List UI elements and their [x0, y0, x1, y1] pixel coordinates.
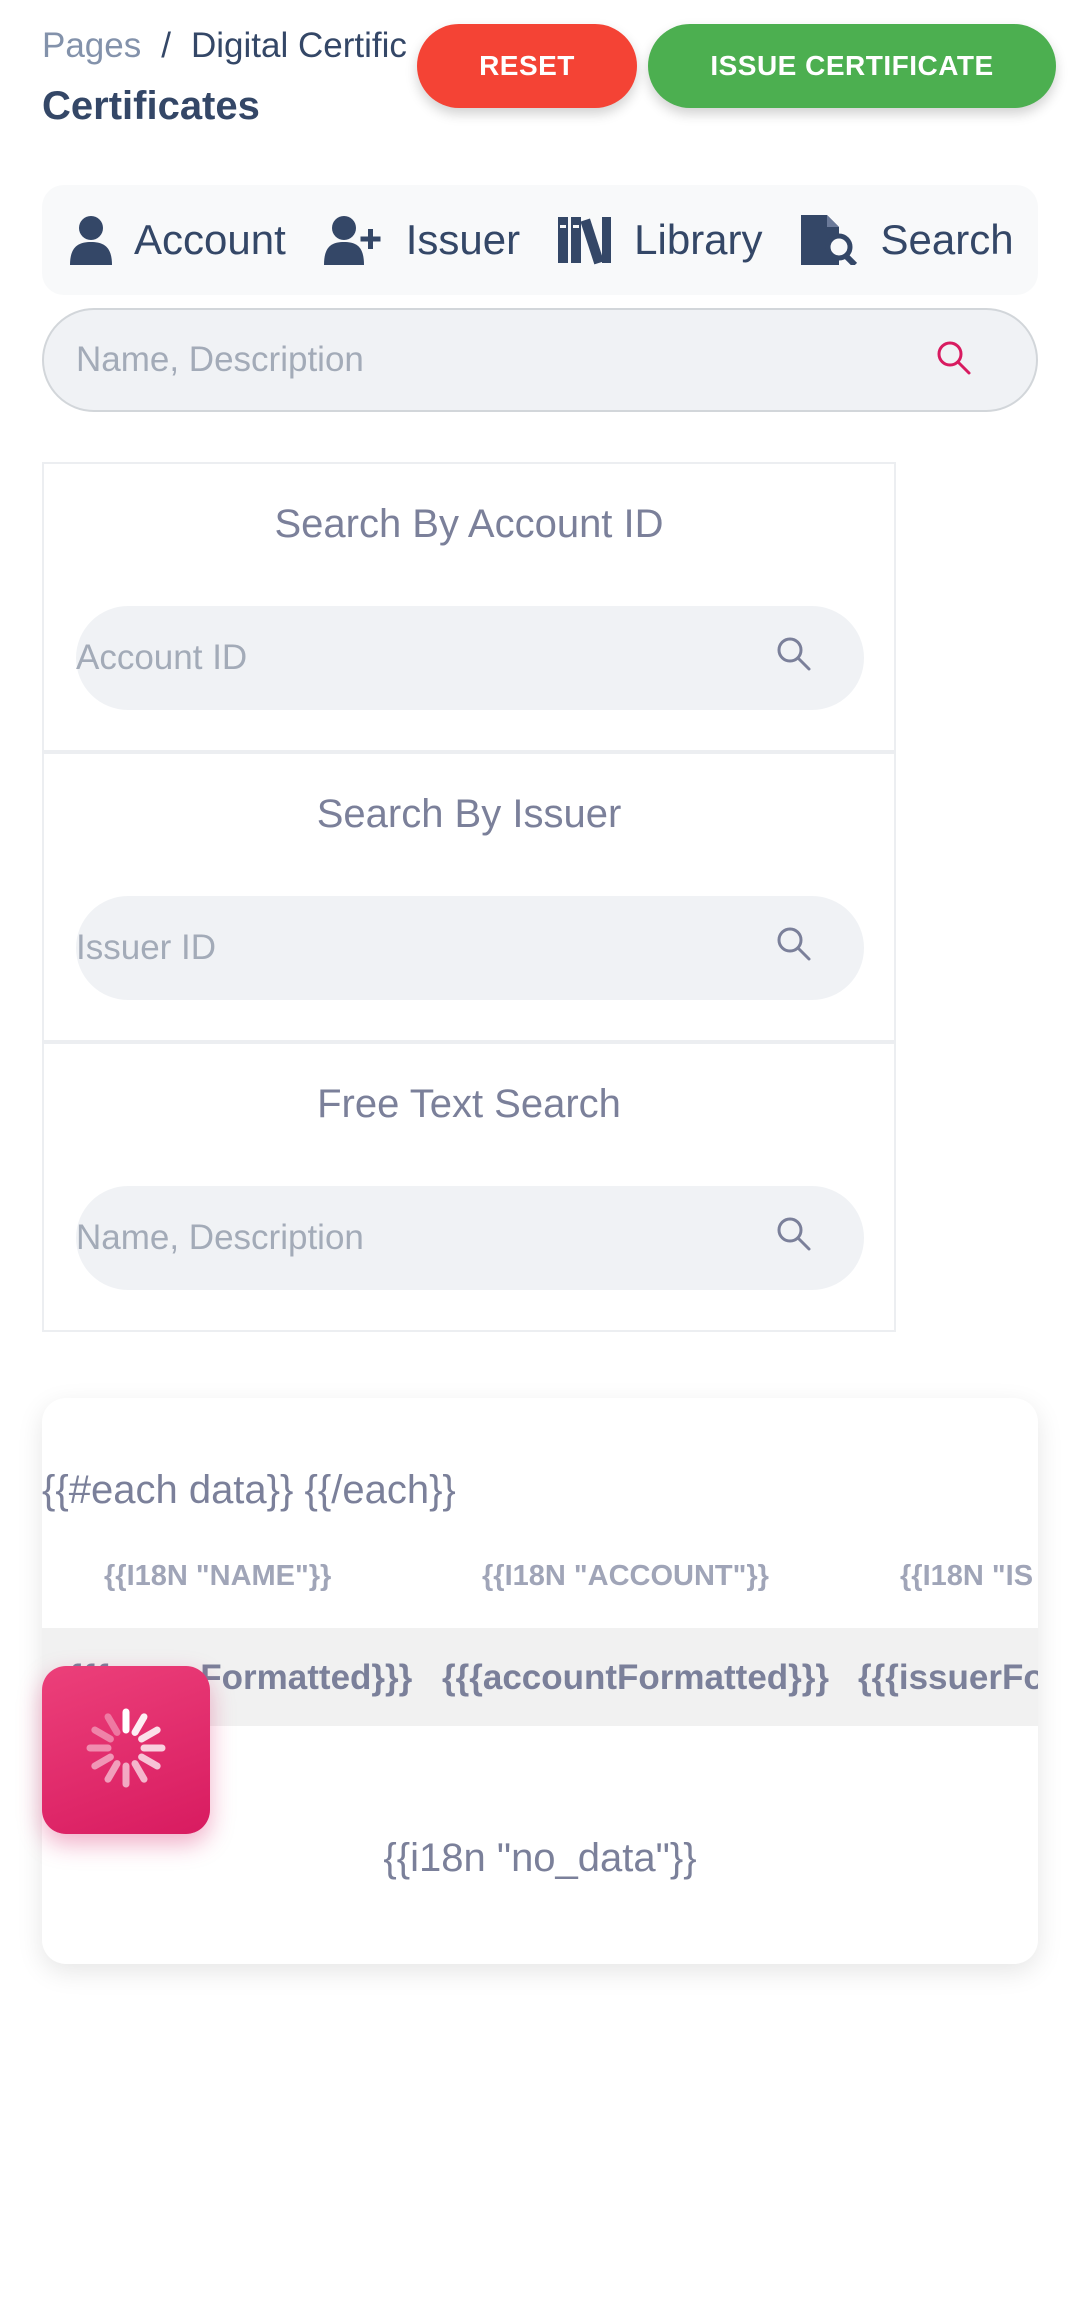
no-data-message: {{i18n "no_data"}} [383, 1836, 697, 1880]
tab-account-label: Account [134, 216, 286, 263]
free-text-search-title: Free Text Search [317, 1082, 621, 1126]
tab-account[interactable]: Account [70, 215, 286, 265]
search-icon[interactable] [936, 340, 972, 381]
loading-spinner-icon [84, 1706, 168, 1795]
search-by-account-panel: Search By Account ID [42, 462, 896, 752]
search-icon[interactable] [776, 1216, 812, 1257]
page-title: Certificates [42, 84, 260, 128]
main-search-bar [42, 308, 1038, 412]
search-by-account-title: Search By Account ID [274, 502, 664, 546]
search-by-issuer-title: Search By Issuer [316, 792, 622, 836]
template-loop-text: {{#each data}} {{/each}} [42, 1468, 456, 1512]
table-cell-account: {{{accountFormatted}}} [442, 1658, 830, 1697]
table-header-account: {{I18N "ACCOUNT"}} [482, 1560, 769, 1592]
table-header-name: {{I18N "NAME"}} [104, 1560, 332, 1592]
breadcrumb-current: Digital Certific [190, 26, 407, 65]
issuer-id-field [76, 896, 864, 1000]
issue-certificate-button[interactable]: ISSUE CERTIFICATE [648, 24, 1056, 108]
file-search-icon [800, 215, 859, 265]
free-text-field [76, 1186, 864, 1290]
user-plus-icon [323, 215, 384, 265]
account-id-input[interactable] [76, 606, 736, 710]
account-id-field [76, 606, 864, 710]
tab-search-label: Search [880, 216, 1014, 263]
tab-issuer[interactable]: Issuer [323, 215, 521, 265]
reset-button[interactable]: RESET [417, 24, 637, 108]
tab-search[interactable]: Search [800, 215, 1014, 265]
breadcrumb: Pages / Digital Certific [42, 26, 407, 66]
search-icon[interactable] [776, 926, 812, 967]
free-text-input[interactable] [76, 1186, 736, 1290]
search-by-issuer-panel: Search By Issuer [42, 752, 896, 1042]
breadcrumb-root[interactable]: Pages [42, 26, 141, 65]
table-header-issuer: {{I18N "IS [900, 1560, 1034, 1592]
free-text-search-panel: Free Text Search [42, 1042, 896, 1332]
books-icon [558, 215, 612, 265]
search-icon[interactable] [776, 636, 812, 677]
tab-library-label: Library [634, 216, 763, 263]
main-search-input[interactable] [76, 310, 896, 410]
breadcrumb-separator: / [161, 26, 171, 65]
tab-issuer-label: Issuer [405, 216, 521, 263]
issuer-id-input[interactable] [76, 896, 736, 1000]
user-icon [70, 215, 112, 265]
tab-library[interactable]: Library [558, 215, 763, 265]
table-cell-issuer: {{{issuerFo [858, 1658, 1038, 1697]
nav-tabs: Account Issuer Library Search [42, 185, 1038, 295]
loading-spinner-button[interactable] [42, 1666, 210, 1834]
